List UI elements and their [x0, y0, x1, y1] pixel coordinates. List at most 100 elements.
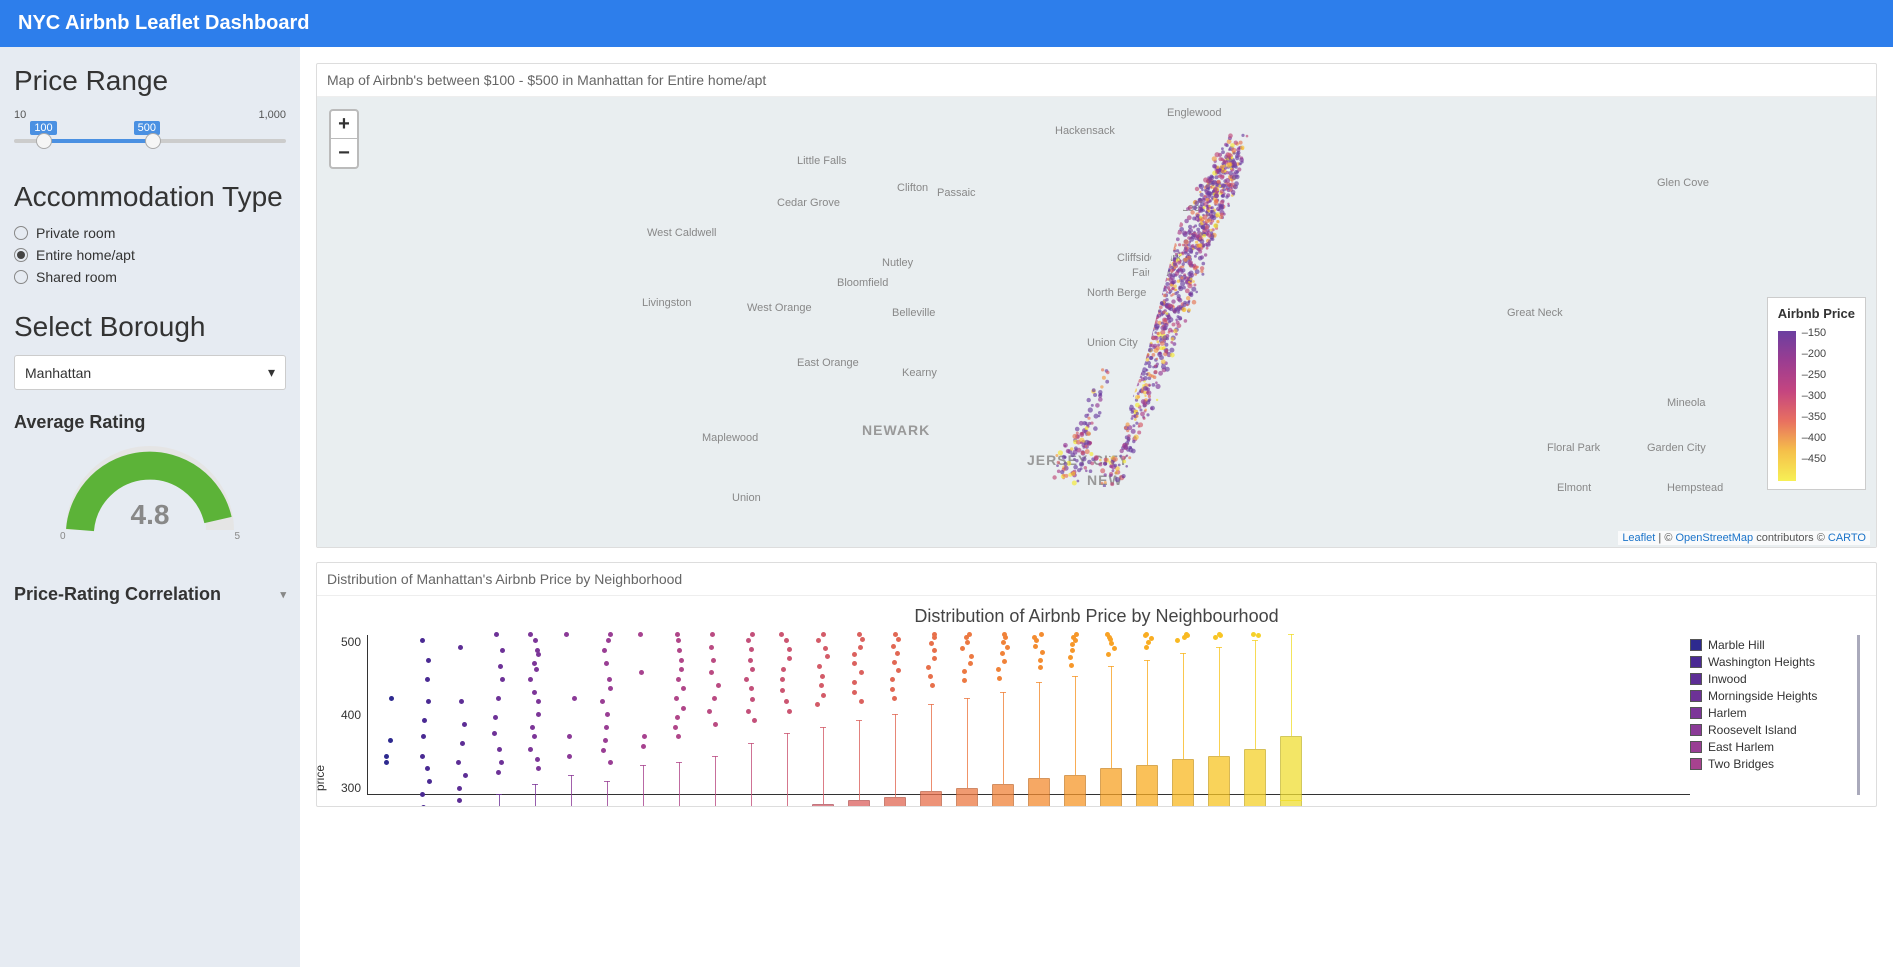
app-title: NYC Airbnb Leaflet Dashboard: [18, 12, 310, 34]
box-4: [524, 634, 546, 794]
legend-label: Inwood: [1708, 672, 1747, 686]
boxplot-yaxis: 500400300: [333, 635, 367, 795]
legend-gradient: [1778, 331, 1796, 481]
radio-shared-room[interactable]: Shared room: [14, 269, 286, 285]
map-place-label: Clifton: [897, 182, 928, 194]
radio-dot-icon: [14, 248, 28, 262]
borough-selected: Manhattan: [25, 365, 91, 381]
box-21: [1136, 634, 1158, 794]
leaflet-map[interactable]: + − EnglewoodHackensackLittle FallsClift…: [317, 97, 1876, 547]
borough-title: Select Borough: [14, 311, 286, 343]
box-6: [596, 634, 618, 794]
radio-private-room[interactable]: Private room: [14, 225, 286, 241]
corr-title-row: Price-Rating Correlation ▾: [14, 584, 286, 605]
box-18: [1028, 634, 1050, 794]
boxplot-title: Distribution of Airbnb Price by Neighbou…: [333, 606, 1860, 627]
main: Price Range 10 1,000 100 500 Accommodati…: [0, 47, 1893, 967]
map-place-label: West Caldwell: [647, 227, 717, 239]
legend-label: Morningside Heights: [1708, 689, 1817, 703]
corr-title: Price-Rating Correlation: [14, 584, 221, 605]
content: Map of Airbnb's between $100 - $500 in M…: [300, 47, 1893, 967]
box-10: [740, 634, 762, 794]
legend-label: East Harlem: [1708, 740, 1774, 754]
box-1: [416, 634, 438, 794]
legend-swatch: [1690, 758, 1702, 770]
carto-link[interactable]: CARTO: [1828, 532, 1866, 544]
map-place-label: Kearny: [902, 367, 937, 379]
legend-item[interactable]: Washington Heights: [1690, 655, 1851, 669]
box-23: [1208, 634, 1230, 794]
box-25: [1280, 634, 1302, 794]
box-16: [956, 634, 978, 794]
legend-item[interactable]: East Harlem: [1690, 740, 1851, 754]
box-24: [1244, 634, 1266, 794]
box-11: [776, 634, 798, 794]
map-attribution: Leaflet | © OpenStreetMap contributors ©…: [1618, 531, 1870, 545]
legend-tick: ‒450: [1802, 453, 1826, 474]
slider-thumb-high[interactable]: [145, 133, 161, 149]
legend-tick: ‒250: [1802, 369, 1826, 390]
map-place-label: East Orange: [797, 357, 859, 369]
legend-swatch: [1690, 673, 1702, 685]
price-range-slider[interactable]: 100 500: [14, 123, 286, 151]
legend-item[interactable]: Morningside Heights: [1690, 689, 1851, 703]
rating-title: Average Rating: [14, 412, 286, 433]
legend-label: Two Bridges: [1708, 757, 1774, 771]
box-15: [920, 634, 942, 794]
map-place-label: Maplewood: [702, 432, 758, 444]
map-place-label: Glen Cove: [1657, 177, 1709, 189]
box-14: [884, 634, 906, 794]
legend-item[interactable]: Inwood: [1690, 672, 1851, 686]
map-place-label: Passaic: [937, 187, 976, 199]
box-3: [488, 634, 510, 794]
caret-down-icon[interactable]: ▾: [280, 588, 286, 601]
zoom-in-button[interactable]: +: [331, 111, 357, 139]
legend-swatch: [1690, 707, 1702, 719]
leaflet-link[interactable]: Leaflet: [1622, 532, 1655, 544]
slider-labels: 10 1,000: [14, 109, 286, 121]
boxplot-chart[interactable]: Distribution of Airbnb Price by Neighbou…: [317, 596, 1876, 806]
legend-tick: ‒150: [1802, 327, 1826, 348]
accom-title: Accommodation Type: [14, 181, 286, 213]
slider-thumb-low[interactable]: [36, 133, 52, 149]
map-place-label: Livingston: [642, 297, 692, 309]
borough-select[interactable]: Manhattan ▾: [14, 355, 286, 390]
osm-link[interactable]: OpenStreetMap: [1675, 532, 1753, 544]
map-place-label: NEWARK: [862, 422, 930, 438]
map-place-label: Garden City: [1647, 442, 1706, 454]
map-panel-title: Map of Airbnb's between $100 - $500 in M…: [317, 64, 1876, 97]
map-place-label: West Orange: [747, 302, 812, 314]
map-place-label: Great Neck: [1507, 307, 1563, 319]
radio-dot-icon: [14, 226, 28, 240]
legend-item[interactable]: Roosevelt Island: [1690, 723, 1851, 737]
box-19: [1064, 634, 1086, 794]
legend-tick: ‒350: [1802, 411, 1826, 432]
map-place-label: Nutley: [882, 257, 913, 269]
boxplot-panel-title: Distribution of Manhattan's Airbnb Price…: [317, 563, 1876, 596]
gauge-value: 4.8: [14, 499, 286, 531]
legend-label: Marble Hill: [1708, 638, 1765, 652]
zoom-out-button[interactable]: −: [331, 139, 357, 167]
legend-item[interactable]: Marble Hill: [1690, 638, 1851, 652]
boxplot-legend[interactable]: Marble Hill Washington Heights Inwood Morni…: [1690, 635, 1860, 795]
legend-item[interactable]: Two Bridges: [1690, 757, 1851, 771]
legend-swatch: [1690, 656, 1702, 668]
legend-swatch: [1690, 639, 1702, 651]
legend-tick: ‒200: [1802, 348, 1826, 369]
radio-label: Shared room: [36, 269, 117, 285]
app-header: NYC Airbnb Leaflet Dashboard: [0, 0, 1893, 47]
radio-dot-icon: [14, 270, 28, 284]
map-place-label: Elmont: [1557, 482, 1591, 494]
gauge: 4.8 0 5: [14, 445, 286, 542]
map-legend: Airbnb Price ‒150‒200‒250‒300‒350‒400‒45…: [1767, 297, 1866, 490]
box-7: [632, 634, 654, 794]
box-2: [452, 634, 474, 794]
map-zoom-controls: + −: [329, 109, 359, 169]
box-13: [848, 634, 870, 794]
radio-entire-home-apt[interactable]: Entire home/apt: [14, 247, 286, 263]
legend-swatch: [1690, 690, 1702, 702]
box-12: [812, 634, 834, 794]
legend-tick: ‒400: [1802, 432, 1826, 453]
legend-item[interactable]: Harlem: [1690, 706, 1851, 720]
boxplot-plot: [367, 635, 1690, 795]
